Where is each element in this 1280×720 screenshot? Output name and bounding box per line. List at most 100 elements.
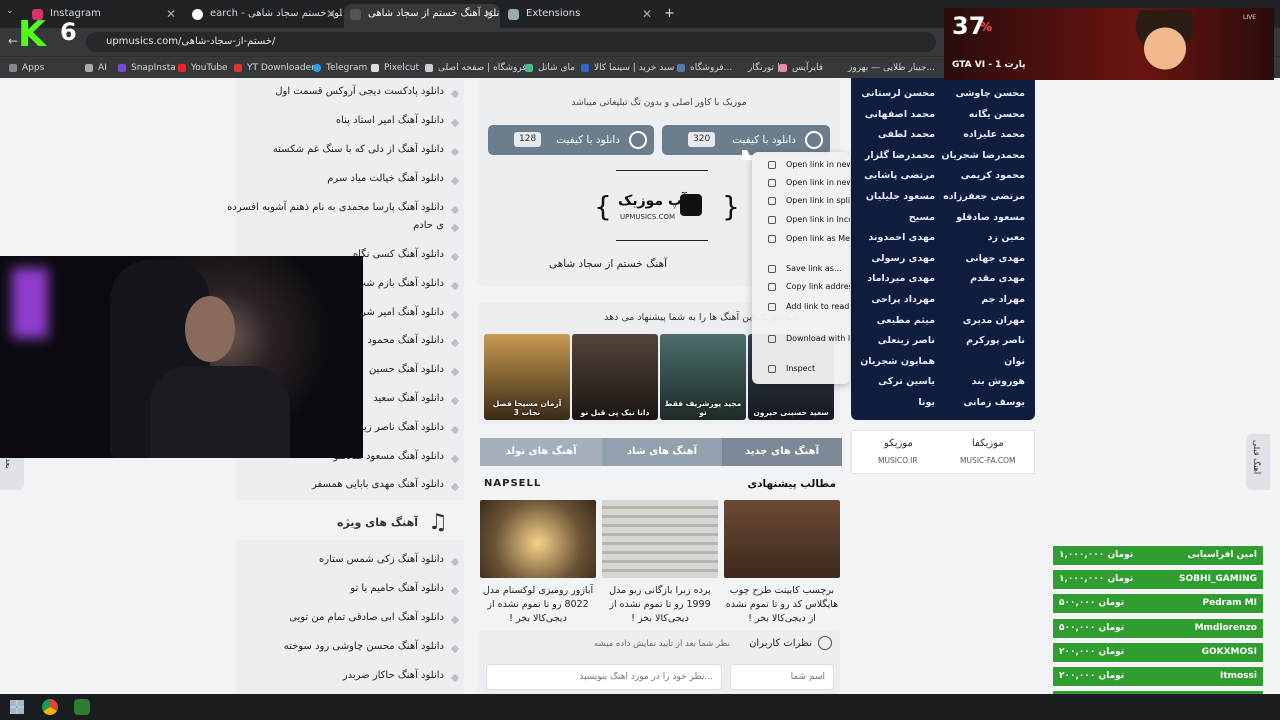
tab-upmusics[interactable]: دانلود آهنگ خستم از سجاد شاهی ✕ (344, 4, 500, 28)
back-icon[interactable]: ← (8, 34, 18, 48)
ad-card[interactable]: برچسب کابینت طرح چوب هایگلاس کد رو تا تم… (724, 500, 840, 626)
list-item[interactable]: دانلود آهنگ امیر شریف (348, 307, 464, 327)
ad-card[interactable]: پرده زبرا بازگانی زبو مدل 1999 رو تا تمو… (602, 500, 718, 626)
ad-card[interactable]: آباژور رومیزی لوکسنام مدل 8022 رو تا تمو… (480, 500, 596, 626)
bookmark-cinemakala[interactable]: سبد خرید | سینما کالا (580, 60, 674, 76)
list-item[interactable]: دانلود پادکست دیجی آروکس قسمت اول (275, 86, 464, 106)
bookmark-yt-downloader[interactable]: YT Downloader (233, 60, 315, 76)
artist-link[interactable]: مهدی احمدوند (868, 232, 935, 243)
list-item[interactable]: دانلود آهنگ خیالت میاد سرم (327, 173, 464, 193)
list-item[interactable]: دانلود آهنگ حامیم با تو (350, 583, 464, 603)
artist-link[interactable]: محمد اصفهانی (865, 109, 935, 120)
tab-new-songs[interactable]: آهنگ های جدید (722, 438, 842, 466)
download-128-button[interactable]: دانلود با کیفیت 128 (488, 125, 654, 155)
list-item-continuation[interactable]: ی حادم (413, 220, 464, 240)
bookmark-myshatel[interactable]: مای شاتل (524, 60, 575, 76)
context-menu-item[interactable]: Copy link address (752, 278, 850, 296)
artist-link[interactable]: محمدرضا گلزار (865, 150, 935, 161)
windows-start-icon[interactable] (10, 700, 24, 714)
artist-link[interactable]: میثم مطیعی (877, 315, 935, 326)
artist-link[interactable]: ناصر پورکرم (966, 335, 1025, 346)
artist-link[interactable]: محسن چاوشی (955, 88, 1025, 99)
artist-link[interactable]: مهدی میرداماد (867, 273, 935, 284)
artist-link[interactable]: مرتضی پاشایی (864, 170, 935, 181)
list-item[interactable]: دانلود آهنگ ناصر زینلی (349, 422, 464, 442)
artist-link[interactable]: مهدی جهانی (965, 253, 1025, 264)
close-icon[interactable]: ✕ (326, 4, 336, 24)
tab-happy-songs[interactable]: آهنگ های شاد (602, 438, 722, 466)
artist-link[interactable]: محمد علیزاده (963, 129, 1025, 140)
context-menu-item[interactable]: Save link as... (752, 260, 850, 278)
artist-link[interactable]: مهرداد پراحی (871, 294, 935, 305)
artist-link[interactable]: مسعود جلیلیان (866, 191, 935, 202)
chrome-taskbar-icon[interactable] (42, 699, 58, 715)
bookmark-youtube[interactable]: YouTube (177, 60, 228, 76)
list-item[interactable]: دانلود آهنگ محمود (367, 335, 464, 355)
comment-input[interactable] (486, 664, 722, 690)
partner-link[interactable]: موزیکفا (972, 438, 1004, 449)
artist-link[interactable]: محمد لطفی (878, 129, 935, 140)
list-item[interactable]: دانلود آهنگ محسن چاوشی رود سوخته (284, 641, 464, 661)
list-item[interactable]: دانلود آهنگ حاکار ضربدر (343, 670, 464, 690)
artist-link[interactable]: محسن یگانه (969, 109, 1025, 120)
list-item[interactable]: دانلود آهنگ زکی شمس ستاره (319, 554, 464, 574)
artist-link[interactable]: مسعود صادقلو (956, 212, 1025, 223)
bookmark-apps[interactable]: Apps (8, 60, 44, 76)
bookmark-golden[interactable]: جیبار طلایی — بهروز... (834, 60, 935, 76)
context-menu-item[interactable]: Open link in split view (752, 192, 850, 210)
list-item[interactable]: دانلود آهنگ از دلی که با سنگ غم شکسته (273, 144, 464, 164)
close-icon[interactable]: ✕ (484, 4, 494, 24)
artist-link[interactable]: همایون شجریان (860, 356, 935, 367)
list-item[interactable]: دانلود آهنگ ابی صادقی تمام من تویی (289, 612, 464, 632)
artist-link[interactable]: مهراد جم (981, 294, 1025, 305)
bookmark-shop2[interactable]: فروشگاه... (676, 60, 732, 76)
tab-google-search[interactable]: earch - دانلود خستم سجاد شاهی✕ (186, 4, 342, 28)
artist-link[interactable]: معین زد (988, 232, 1025, 243)
artist-link[interactable]: مهدی مقدم (970, 273, 1025, 284)
bookmark-tourangar[interactable]: تورنگار | (734, 60, 780, 76)
context-menu-item[interactable]: Open link in new tab (752, 156, 850, 174)
artist-link[interactable]: ناصر زینعلی (878, 335, 935, 346)
list-item[interactable]: دانلود آهنگ امیر استاد پناه (336, 115, 464, 135)
artist-link[interactable]: مهران مدیری (963, 315, 1025, 326)
bookmark-ai[interactable]: AI (84, 60, 107, 76)
song-thumb[interactable]: آرمان مسیحا فصل نجات 3 (484, 334, 570, 420)
name-input[interactable] (730, 664, 834, 690)
artist-link[interactable]: نوان (1004, 356, 1025, 367)
list-item[interactable]: دانلود آهنگ حسین (369, 364, 464, 384)
artist-link[interactable]: یوسف زمانی (963, 397, 1025, 408)
list-item[interactable]: دانلود آهنگ بازم شب (356, 278, 464, 298)
list-item[interactable]: دانلود آهنگ پارسا محمدی به نام ذهنم آشوب… (227, 202, 464, 222)
app-taskbar-icon[interactable] (74, 699, 90, 715)
artist-link[interactable]: محسن لرستانی (861, 88, 935, 99)
close-icon[interactable]: ✕ (642, 4, 652, 24)
tab-extensions[interactable]: Extensions ✕ (502, 4, 658, 28)
tab-birthday-songs[interactable]: آهنگ های تولد (480, 438, 602, 466)
partner-link[interactable]: موزیکو (884, 438, 913, 449)
address-bar[interactable]: upmusics.com/خستم-از-سجاد-شاهی/ (86, 32, 936, 52)
context-menu-item[interactable]: Add link to reading list (752, 298, 850, 316)
artist-link[interactable]: مهدی رسولی (871, 253, 935, 264)
list-item[interactable]: دانلود آهنگ سعید (373, 393, 464, 413)
context-menu-item[interactable]: Inspect (752, 360, 850, 378)
bookmark-telegram[interactable]: Telegram (312, 60, 367, 76)
bookmark-snapinsta[interactable]: SnapInsta (117, 60, 176, 76)
artist-link[interactable]: محمدرضا شجریان (942, 150, 1025, 161)
song-thumb[interactable]: دانا نیک پی قبل تو (572, 334, 658, 420)
prev-song-tab[interactable]: آهنگ قبلی (1246, 434, 1270, 490)
bookmark-pixelcut[interactable]: Pixelcut (370, 60, 419, 76)
artist-link[interactable]: یونا (918, 397, 935, 408)
context-menu-item[interactable]: Open link in new window (752, 174, 850, 192)
artist-link[interactable]: مرتضی جعفرزاده (943, 191, 1025, 202)
list-item[interactable]: دانلود آهنگ مهدی بابایی همسفر (312, 479, 464, 499)
artist-link[interactable]: محمود کریمی (961, 170, 1025, 181)
new-tab-button[interactable]: + (664, 6, 675, 21)
context-menu-item[interactable]: Open link as Mehdi (752, 230, 850, 248)
artist-link[interactable]: مسیح (909, 212, 935, 223)
song-thumb[interactable]: مجید پورشریف فقط تو (660, 334, 746, 420)
artist-link[interactable]: هوروش بند (972, 376, 1025, 387)
artist-link[interactable]: یاسین ترکی (878, 376, 935, 387)
list-item[interactable]: دانلود آهنگ کسی نگاه (353, 249, 464, 269)
close-icon[interactable]: ✕ (166, 4, 176, 24)
bookmark-fireice[interactable]: فایرآیس (778, 60, 823, 76)
